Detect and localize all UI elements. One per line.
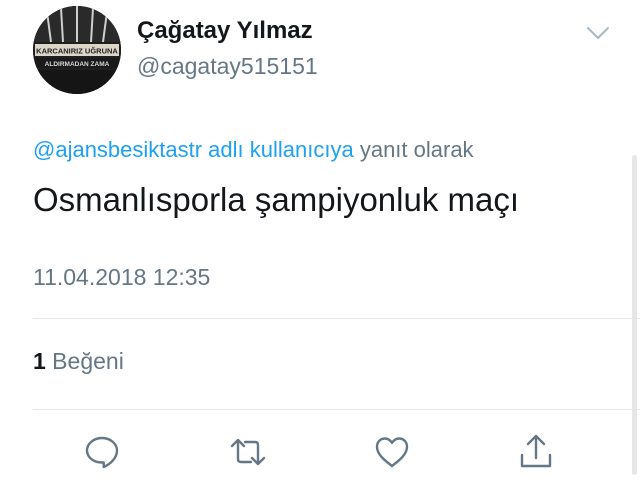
svg-text:KARCANIRIZ UĞRUNA: KARCANIRIZ UĞRUNA bbox=[36, 47, 118, 56]
likes-stat[interactable]: 1 Beğeni bbox=[33, 348, 124, 375]
display-name[interactable]: Çağatay Yılmaz bbox=[137, 17, 313, 45]
like-count: 1 bbox=[33, 348, 46, 374]
avatar[interactable]: KARCANIRIZ UĞRUNA ALDIRMADAN ZAMA bbox=[33, 6, 121, 94]
like-button[interactable] bbox=[372, 432, 412, 472]
divider bbox=[33, 409, 640, 410]
reply-suffix: yanıt olarak bbox=[353, 137, 474, 162]
reply-to-link[interactable]: @ajansbesiktastr adlı kullanıcıya bbox=[33, 137, 354, 162]
divider bbox=[33, 318, 640, 319]
reply-button[interactable] bbox=[82, 432, 122, 472]
tweet-timestamp: 11.04.2018 12:35 bbox=[33, 264, 211, 290]
user-handle[interactable]: @cagatay515151 bbox=[137, 53, 318, 80]
scrollbar[interactable] bbox=[632, 155, 637, 475]
tweet-text: Osmanlısporla şampiyonluk maçı bbox=[33, 181, 520, 218]
retweet-icon bbox=[230, 438, 266, 466]
retweet-button[interactable] bbox=[228, 432, 268, 472]
reply-icon bbox=[85, 436, 119, 469]
share-icon bbox=[520, 434, 552, 468]
like-icon bbox=[375, 437, 409, 468]
like-label: Beğeni bbox=[45, 348, 124, 374]
share-button[interactable] bbox=[516, 432, 556, 472]
reply-context: @ajansbesiktastr adlı kullanıcıya yanıt … bbox=[33, 137, 474, 163]
avatar-image: KARCANIRIZ UĞRUNA ALDIRMADAN ZAMA bbox=[33, 6, 121, 94]
chevron-down-icon[interactable] bbox=[585, 24, 611, 42]
svg-text:ALDIRMADAN ZAMA: ALDIRMADAN ZAMA bbox=[45, 61, 110, 68]
